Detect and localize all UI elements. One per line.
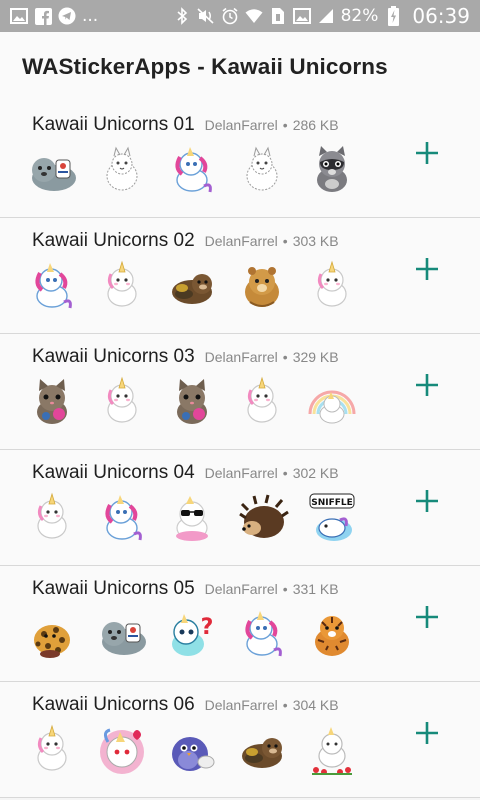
hedgehog-sticker (238, 493, 290, 540)
pack-name: Kawaii Unicorns 06 (32, 694, 195, 715)
app-title: WAStickerApps - Kawaii Unicorns (22, 54, 388, 79)
pack-name: Kawaii Unicorns 05 (32, 578, 195, 599)
sticker-pack-row[interactable]: Kawaii Unicorns 01 DelanFarrel • 286 KB (0, 102, 480, 218)
cat-sticker (37, 379, 67, 424)
separator-dot: • (282, 465, 288, 481)
add-pack-icon[interactable] (414, 720, 440, 746)
pack-header: Kawaii Unicorns 02 DelanFarrel • 303 KB (32, 230, 339, 252)
pack-author: DelanFarrel (204, 233, 278, 249)
status-bar: ... 82% 06:39 (0, 0, 480, 32)
add-pack-icon[interactable] (414, 372, 440, 398)
pack-size: 304 KB (292, 697, 339, 713)
add-pack-icon[interactable] (414, 256, 440, 282)
sticker-preview-strip (24, 258, 360, 314)
unicorn-sticker (106, 260, 138, 308)
sticker-preview-strip (24, 374, 360, 430)
alarm-icon (221, 7, 239, 25)
pack-header: Kawaii Unicorns 04 DelanFarrel • 302 KB (32, 462, 339, 484)
unicorn-sticker (105, 493, 143, 542)
unicorn-sticker (36, 724, 68, 772)
pack-author: DelanFarrel (204, 697, 278, 713)
pack-size: 286 KB (292, 117, 339, 133)
cat-sketch-sticker (106, 147, 138, 191)
hamster-sticker (244, 266, 280, 308)
sticker-pack-row[interactable]: Kawaii Unicorns 03 DelanFarrel • 329 KB (0, 334, 480, 450)
pack-author: DelanFarrel (204, 117, 278, 133)
pack-size: 329 KB (292, 349, 339, 365)
more-notifications: ... (82, 6, 99, 26)
signal-icon (317, 7, 335, 25)
sticker-pack-row[interactable]: Kawaii Unicorns 06 DelanFarrel • 304 KB (0, 682, 480, 798)
status-bar-left: ... (10, 6, 98, 26)
sticker-pack-row[interactable]: Kawaii Unicorns 05 DelanFarrel • 331 KB (0, 566, 480, 682)
pack-name: Kawaii Unicorns 03 (32, 346, 195, 367)
pack-author: DelanFarrel (204, 465, 278, 481)
leopard-sticker (34, 625, 70, 658)
tiger-sticker (314, 615, 350, 657)
seal-sticker (31, 157, 77, 192)
raccoon-sticker (317, 146, 347, 192)
pack-header: Kawaii Unicorns 06 DelanFarrel • 304 KB (32, 694, 339, 716)
image-icon (10, 7, 28, 25)
bird-sticker (171, 736, 215, 772)
pack-name: Kawaii Unicorns 04 (32, 462, 195, 483)
pack-header: Kawaii Unicorns 01 DelanFarrel • 286 KB (32, 114, 339, 136)
unicorn-sticker (245, 609, 283, 658)
unicorn-sticker (35, 261, 73, 310)
separator-dot: • (282, 233, 288, 249)
sticker-pack-row[interactable]: Kawaii Unicorns 02 DelanFarrel • 303 KB (0, 218, 480, 334)
cat-sticker (177, 379, 207, 424)
seal-sticker (101, 621, 147, 656)
status-bar-right: 82% 06:39 (173, 4, 470, 28)
unicorn-question-sticker (171, 613, 215, 657)
unicorn-sticker (36, 492, 68, 540)
pack-size: 303 KB (292, 233, 339, 249)
pack-header: Kawaii Unicorns 03 DelanFarrel • 329 KB (32, 346, 339, 368)
unicorn-pink-sticker (175, 145, 213, 194)
mute-icon (197, 7, 215, 25)
separator-dot: • (282, 581, 288, 597)
pack-author: DelanFarrel (204, 349, 278, 365)
unicorn-flowers-sticker (311, 726, 353, 776)
unicorn-sticker (316, 260, 348, 308)
clock: 06:39 (412, 4, 470, 28)
otter-sticker (172, 274, 212, 304)
add-pack-icon[interactable] (414, 604, 440, 630)
pack-size: 331 KB (292, 581, 339, 597)
wifi-icon (245, 7, 263, 25)
pack-author: DelanFarrel (204, 581, 278, 597)
add-pack-icon[interactable] (414, 488, 440, 514)
unicorn-sunglasses-sticker (175, 495, 209, 542)
battery-charging-icon (384, 6, 402, 26)
sticker-preview-strip (24, 606, 360, 662)
bluetooth-icon (173, 7, 191, 25)
sticker-preview-strip (24, 722, 360, 778)
unicorn-sticker (246, 376, 278, 424)
app-bar: WAStickerApps - Kawaii Unicorns (0, 32, 480, 102)
separator-dot: • (282, 117, 288, 133)
pack-size: 302 KB (292, 465, 339, 481)
sticker-pack-list[interactable]: Kawaii Unicorns 01 DelanFarrel • 286 KB Kawa… (0, 102, 480, 798)
sim-icon (269, 7, 287, 25)
unicorn-sniffle-sticker (308, 492, 356, 543)
unicorn-sticker (106, 376, 138, 424)
battery-percent: 82% (340, 6, 379, 26)
pack-name: Kawaii Unicorns 01 (32, 114, 195, 135)
add-pack-icon[interactable] (414, 140, 440, 166)
telegram-icon (58, 7, 76, 25)
otter-sticker (242, 738, 282, 768)
unicorn-rainbow-sticker (308, 390, 356, 425)
unicorn-heart-sticker (98, 728, 146, 776)
pack-name: Kawaii Unicorns 02 (32, 230, 195, 251)
pack-header: Kawaii Unicorns 05 DelanFarrel • 331 KB (32, 578, 339, 600)
sticker-pack-row[interactable]: Kawaii Unicorns 04 DelanFarrel • 302 KB (0, 450, 480, 566)
separator-dot: • (282, 697, 288, 713)
gallery-icon (292, 7, 311, 25)
sticker-preview-strip (24, 490, 360, 546)
facebook-icon (34, 7, 52, 25)
unicorn-sketch-sticker (246, 147, 278, 191)
sticker-preview-strip (24, 142, 360, 198)
separator-dot: • (282, 349, 288, 365)
